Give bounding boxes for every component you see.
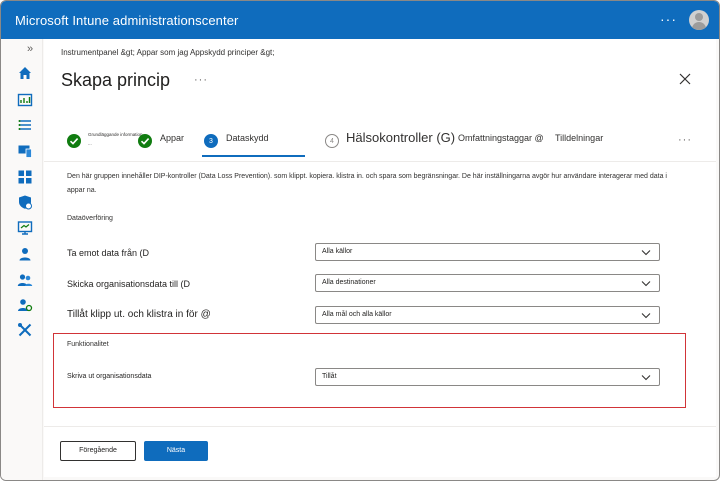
receive-data-value: Alla källor <box>322 248 353 255</box>
send-data-label: Skicka organisationsdata till (D <box>67 279 191 289</box>
step-3-label[interactable]: Dataskydd <box>226 133 269 143</box>
step-4-label[interactable]: Hälsokontroller (G) <box>346 130 455 145</box>
step-1-check-icon <box>67 134 81 148</box>
apps-icon[interactable] <box>17 169 33 185</box>
chevron-down-icon <box>641 280 651 287</box>
avatar[interactable] <box>689 10 709 30</box>
step-4-number: 4 <box>325 134 339 148</box>
page-title: Skapa princip <box>61 70 171 90</box>
home-icon[interactable] <box>17 65 33 81</box>
close-icon[interactable] <box>678 72 692 86</box>
tenant-admin-icon[interactable] <box>17 297 33 313</box>
app-window: Microsoft Intune administrationscenter ·… <box>0 0 720 481</box>
breadcrumb-home[interactable]: Instrumentpanel &gt; <box>61 48 135 57</box>
previous-button[interactable]: Föregående <box>60 441 136 461</box>
step-2-check-icon <box>138 134 152 148</box>
print-data-value: Tillåt <box>322 373 337 380</box>
create-policy-panel: Instrumentpanel &gt; Appar som jag Appsk… <box>44 39 716 477</box>
chevron-down-icon <box>641 249 651 256</box>
step-1-label[interactable]: Grundläggande information <box>88 132 143 137</box>
left-nav: » <box>1 39 43 480</box>
active-step-indicator <box>202 155 305 157</box>
data-transfer-heading: Dataöverföring <box>67 215 113 222</box>
breadcrumb-current[interactable]: Appar som jag Appskydd principer &gt; <box>137 48 275 57</box>
top-bar: Microsoft Intune administrationscenter ·… <box>1 1 719 39</box>
title-more-icon[interactable]: ··· <box>194 74 208 86</box>
cut-paste-label: Tillåt klipp ut. och klistra in för @ <box>67 309 211 320</box>
steps-more-icon[interactable]: ··· <box>678 134 692 146</box>
step-3-number: 3 <box>204 134 218 148</box>
step-5-label[interactable]: Omfattningstaggar @ <box>458 133 544 143</box>
users-icon[interactable] <box>17 246 33 262</box>
collapse-nav-icon[interactable]: » <box>27 43 33 55</box>
functionality-heading: Funktionalitet <box>67 341 109 348</box>
step-2-label[interactable]: Appar <box>160 133 184 143</box>
section-description: Den här gruppen innehåller DIP-kontrolle… <box>67 173 667 194</box>
send-data-dropdown[interactable]: Alla destinationer <box>315 274 660 292</box>
app-title: Microsoft Intune administrationscenter <box>15 12 239 28</box>
more-icon[interactable]: ··· <box>660 11 677 27</box>
troubleshooting-icon[interactable] <box>17 322 33 338</box>
print-data-label: Skriva ut organisationsdata <box>67 373 152 380</box>
chevron-down-icon <box>641 312 651 319</box>
receive-data-label: Ta emot data från (D <box>67 248 150 258</box>
dashboard-icon[interactable] <box>17 92 33 108</box>
receive-data-dropdown[interactable]: Alla källor <box>315 243 660 261</box>
cut-paste-value: Alla mål och alla källor <box>322 311 392 318</box>
step-6-label[interactable]: Tilldelningar <box>555 133 603 143</box>
print-data-dropdown[interactable]: Tillåt <box>315 368 660 386</box>
groups-icon[interactable] <box>17 272 33 288</box>
wizard-steps: Grundläggande information ... Appar 3 Da… <box>44 127 716 162</box>
footer-divider <box>44 426 716 427</box>
next-button[interactable]: Nästa <box>144 441 208 461</box>
breadcrumb: Instrumentpanel &gt; Appar som jag Appsk… <box>61 48 274 57</box>
send-data-value: Alla destinationer <box>322 279 376 286</box>
chevron-down-icon <box>641 374 651 381</box>
endpoint-security-icon[interactable] <box>17 194 33 210</box>
devices-icon[interactable] <box>17 143 33 159</box>
reports-icon[interactable] <box>17 220 33 236</box>
list-icon[interactable] <box>17 117 33 133</box>
cut-paste-dropdown[interactable]: Alla mål och alla källor <box>315 306 660 324</box>
step-1-sublabel: ... <box>88 141 92 146</box>
steps-divider <box>44 161 716 162</box>
